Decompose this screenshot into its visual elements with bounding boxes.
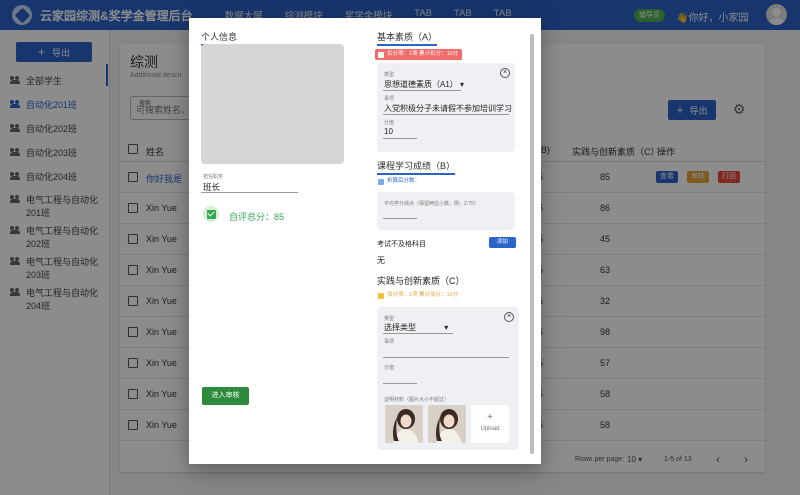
basic-type-select[interactable]: 思想道德素质（A1） ▾ xyxy=(384,79,464,90)
practice-type-value: 选择类型 xyxy=(384,323,416,332)
basic-item-underline xyxy=(383,114,509,115)
enter-review-button[interactable]: 进入审核 xyxy=(202,387,249,405)
caret-down-icon: ▾ xyxy=(444,323,449,332)
practice-type-select[interactable]: 选择类型 ▾ xyxy=(384,322,448,333)
fail-subject-value: 无 xyxy=(377,256,385,265)
proof-image-1[interactable] xyxy=(385,405,423,443)
deduction-tag: 扣分项：1项 累计扣分：10分 xyxy=(375,49,463,60)
close-icon[interactable]: × xyxy=(500,68,510,78)
proof-label: 证明材料（图片大小不超过） xyxy=(384,397,450,403)
basic-type-value: 思想道德素质（A1） xyxy=(384,80,458,89)
position-label: 担任职务 xyxy=(203,174,224,180)
converted-score-tag: 折算后分数： xyxy=(375,176,424,187)
converted-score-text: 折算后分数： xyxy=(387,178,421,184)
proof-image-2[interactable] xyxy=(428,405,466,443)
minus-square-icon xyxy=(378,51,384,58)
checkbox-checked-icon xyxy=(203,206,219,222)
basic-item-label: 事项 xyxy=(384,96,395,102)
fail-subject-label: 考试不及格科目 xyxy=(377,241,426,248)
close-icon[interactable]: × xyxy=(504,312,514,322)
basic-type-underline xyxy=(383,90,461,91)
self-total-score: 自评总分：85 xyxy=(229,212,285,222)
practice-quality-title: 实践与创新素质（C） xyxy=(377,276,465,286)
position-underline xyxy=(201,192,298,193)
plus-square-icon xyxy=(378,292,384,299)
gpa-label: 平均学分绩点（保留两位小数，例：2.75） xyxy=(384,201,479,207)
practice-item-label: 事项 xyxy=(384,339,395,345)
bonus-tag-text: 加分项：1项 累计加分：10分 xyxy=(387,292,459,298)
basic-score-value[interactable]: 10 xyxy=(384,127,393,136)
practice-item-underline[interactable] xyxy=(383,357,509,358)
dialog-scrollbar[interactable] xyxy=(530,34,534,454)
practice-type-label: 类型 xyxy=(384,316,395,322)
gpa-input-underline[interactable] xyxy=(383,218,417,219)
deduction-tag-text: 扣分项：1项 累计扣分：10分 xyxy=(387,51,459,57)
detail-dialog: 个人信息 担任职务 班长 自评总分：85 进入审核 基本素质（A） 扣分项：1项… xyxy=(189,18,541,464)
practice-type-underline xyxy=(383,333,453,334)
basic-score-label: 分值 xyxy=(384,120,395,126)
caret-down-icon: ▾ xyxy=(460,80,465,89)
basic-item-value[interactable]: 入党积极分子未请假不参加培训学习 xyxy=(384,103,512,114)
basic-quality-card: × 类型 思想道德素质（A1） ▾ 事项 入党积极分子未请假不参加培训学习 分值… xyxy=(377,63,515,152)
basic-score-underline xyxy=(383,138,417,139)
gpa-card: 平均学分绩点（保留两位小数，例：2.75） xyxy=(377,192,515,230)
basic-type-label: 类型 xyxy=(384,72,395,78)
student-photo xyxy=(201,44,344,164)
course-grade-title: 课程学习成绩（B） xyxy=(377,159,456,175)
upload-plus-icon: + xyxy=(487,412,493,423)
basic-quality-title: 基本素质（A） xyxy=(377,30,438,46)
practice-score-underline[interactable] xyxy=(383,383,417,384)
upload-label: Upload xyxy=(480,426,500,432)
upload-button[interactable]: + Upload xyxy=(471,405,509,443)
practice-score-label: 分值 xyxy=(384,365,395,371)
info-square-icon xyxy=(378,178,384,185)
add-fail-subject-button[interactable]: 添加 xyxy=(489,237,516,248)
bonus-tag: 加分项：1项 累计加分：10分 xyxy=(375,290,462,301)
